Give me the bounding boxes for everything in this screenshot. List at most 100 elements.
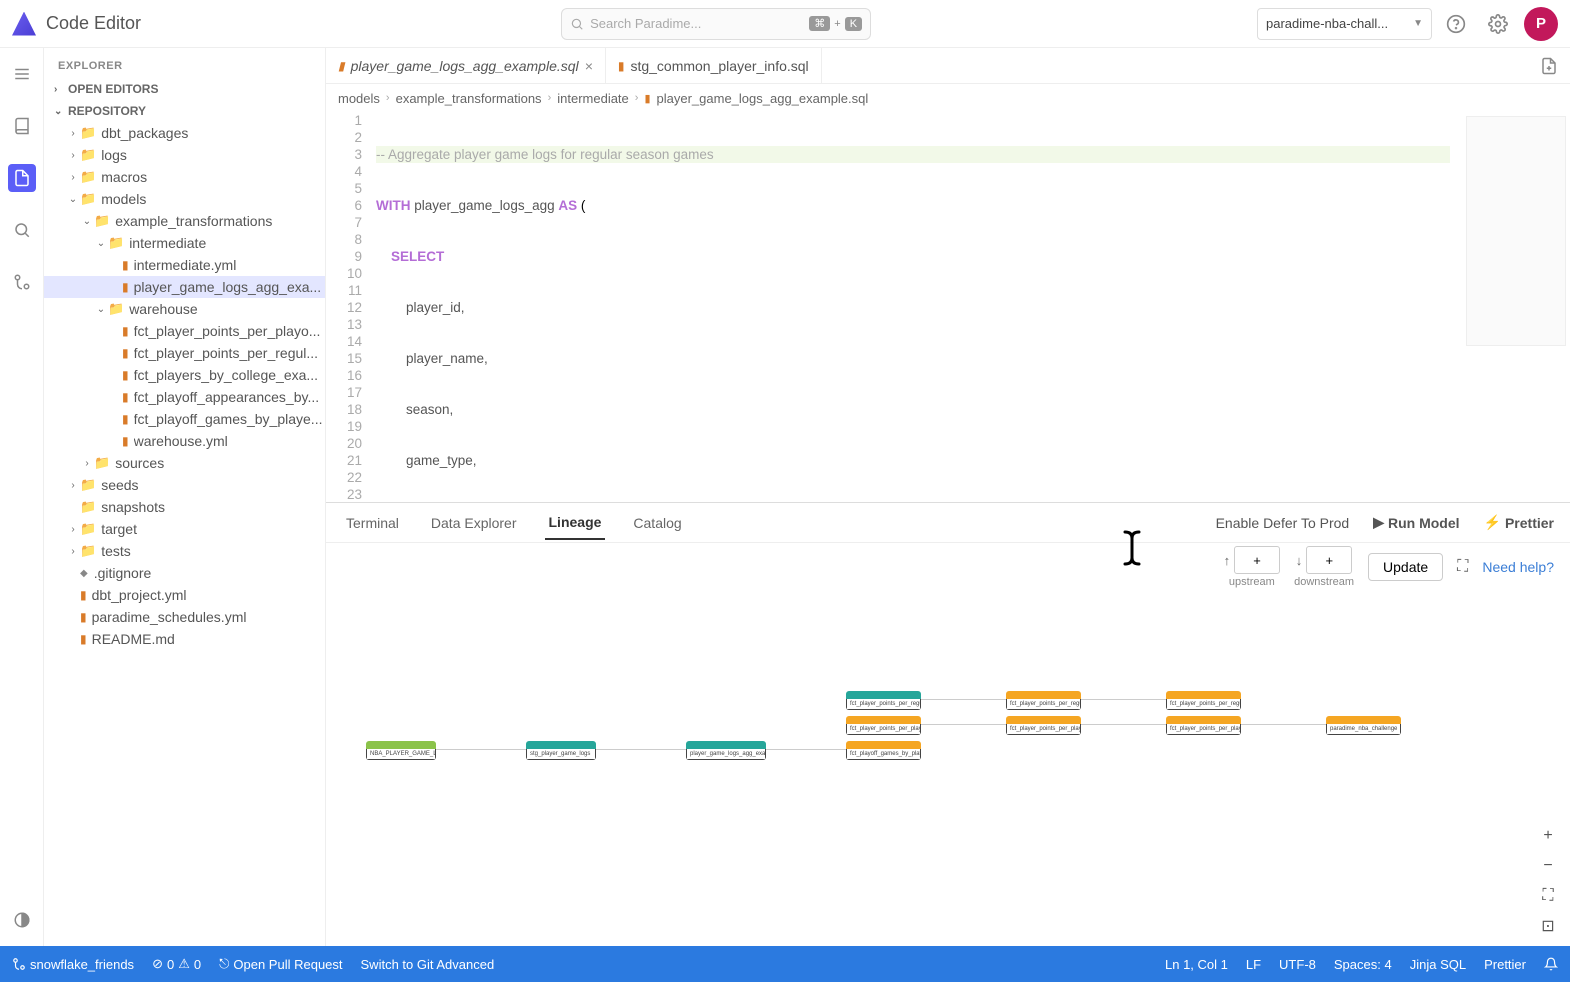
open-pull-request-button[interactable]: ⎋ Open Pull Request [219, 956, 342, 972]
tree-folder-sources[interactable]: ›📁sources [44, 452, 325, 474]
lineage-node-agg[interactable]: player_game_logs_agg_example [686, 741, 766, 760]
tree-folder-models[interactable]: ⌄📁models [44, 188, 325, 210]
lineage-node-fct-6[interactable]: fct_player_points_per_regular [1166, 691, 1241, 710]
indentation-status[interactable]: Spaces: 4 [1334, 957, 1392, 972]
git-icon[interactable] [8, 268, 36, 296]
zoom-in-button[interactable]: + [1536, 824, 1560, 848]
book-icon[interactable] [8, 112, 36, 140]
close-icon[interactable]: × [585, 58, 593, 74]
theme-toggle-icon[interactable] [8, 906, 36, 934]
minimap[interactable] [1466, 116, 1566, 346]
tab-stg-common-player[interactable]: ▮ stg_common_player_info.sql [606, 48, 822, 83]
tree-folder-snapshots[interactable]: 📁snapshots [44, 496, 325, 518]
paradime-logo[interactable] [12, 12, 36, 36]
repository-section[interactable]: ⌄REPOSITORY [44, 100, 325, 122]
lineage-node-fct-4[interactable]: fct_player_points_per_regular [1006, 691, 1081, 710]
new-file-icon[interactable] [1528, 48, 1570, 83]
tree-file-fct-regul-points[interactable]: ▮fct_player_points_per_regul... [44, 342, 325, 364]
breadcrumb-example-transformations[interactable]: example_transformations [396, 91, 542, 106]
tree-folder-tests[interactable]: ›📁tests [44, 540, 325, 562]
global-search[interactable]: Search Paradime... ⌘ + K [561, 8, 871, 40]
arrow-up-icon: ↑ [1224, 553, 1231, 568]
notifications-icon[interactable] [1544, 957, 1558, 971]
need-help-link[interactable]: Need help? [1482, 559, 1554, 575]
tree-folder-dbt-packages[interactable]: ›📁dbt_packages [44, 122, 325, 144]
upstream-label: upstream [1229, 576, 1275, 588]
enable-defer-toggle[interactable]: Enable Defer To Prod [1216, 515, 1350, 531]
tab-data-explorer[interactable]: Data Explorer [427, 507, 521, 539]
lineage-node-fct-1[interactable]: fct_player_points_per_regular [846, 691, 921, 710]
chevron-down-icon: ▼ [1413, 18, 1423, 29]
tree-file-fct-playoff-games[interactable]: ▮fct_playoff_games_by_playe... [44, 408, 325, 430]
explorer-sidebar: EXPLORER ›OPEN EDITORS ⌄REPOSITORY ›📁dbt… [44, 48, 326, 946]
tree-file-dbt-project[interactable]: ▮dbt_project.yml [44, 584, 325, 606]
user-avatar[interactable]: P [1524, 7, 1558, 41]
lineage-toolbar: ↑ upstream ↓ downstream Update ⛶ Need he… [326, 543, 1570, 591]
eol-status[interactable]: LF [1246, 957, 1261, 972]
prettier-button[interactable]: ⚡ Prettier [1484, 514, 1554, 531]
breadcrumb: models › example_transformations › inter… [326, 84, 1570, 112]
breadcrumb-intermediate[interactable]: intermediate [557, 91, 629, 106]
tree-folder-target[interactable]: ›📁target [44, 518, 325, 540]
tree-folder-example-transformations[interactable]: ⌄📁example_transformations [44, 210, 325, 232]
workspace-select[interactable]: paradime-nba-chall... ▼ [1257, 8, 1432, 40]
errors-warnings-status[interactable]: ⊘0 ⚠0 [152, 956, 201, 972]
encoding-status[interactable]: UTF-8 [1279, 957, 1316, 972]
lineage-node-final[interactable]: paradime_nba_challenge [1326, 716, 1401, 735]
zoom-out-button[interactable]: − [1536, 854, 1560, 878]
bottom-tab-bar: Terminal Data Explorer Lineage Catalog E… [326, 503, 1570, 543]
breadcrumb-models[interactable]: models [338, 91, 380, 106]
lineage-node-fct-2[interactable]: fct_player_points_per_playoff [846, 716, 921, 735]
tab-player-game-logs[interactable]: ▮ player_game_logs_agg_example.sql × [326, 48, 606, 83]
lineage-node-stg[interactable]: stg_player_game_logs [526, 741, 596, 760]
tree-file-fct-college[interactable]: ▮fct_players_by_college_exa... [44, 364, 325, 386]
language-status[interactable]: Jinja SQL [1410, 957, 1466, 972]
lineage-node-fct-3[interactable]: fct_playoff_games_by_player [846, 741, 921, 760]
update-button[interactable]: Update [1368, 553, 1443, 581]
lineage-canvas[interactable]: NBA_PLAYER_GAME_LOGS stg_player_game_log… [326, 591, 1570, 946]
lineage-node-source[interactable]: NBA_PLAYER_GAME_LOGS [366, 741, 436, 760]
code-lines[interactable]: -- Aggregate player game logs for regula… [376, 112, 1450, 502]
tree-file-readme[interactable]: ▮README.md [44, 628, 325, 650]
switch-git-advanced-button[interactable]: Switch to Git Advanced [361, 957, 495, 972]
git-branch-status[interactable]: snowflake_friends [12, 957, 134, 972]
help-icon[interactable] [1438, 6, 1474, 42]
run-model-button[interactable]: ▶ Run Model [1373, 514, 1459, 531]
code-editor[interactable]: 1234567891011121314151617181920212223 --… [326, 112, 1570, 502]
chevron-right-icon: › [54, 84, 68, 95]
tab-lineage[interactable]: Lineage [545, 506, 606, 540]
tree-file-player-game-logs[interactable]: ▮player_game_logs_agg_exa... [44, 276, 325, 298]
files-icon[interactable] [8, 164, 36, 192]
tree-file-fct-playoff-appear[interactable]: ▮fct_playoff_appearances_by... [44, 386, 325, 408]
tree-folder-intermediate[interactable]: ⌄📁intermediate [44, 232, 325, 254]
upstream-input[interactable] [1234, 546, 1280, 574]
menu-icon[interactable] [8, 60, 36, 88]
search-activity-icon[interactable] [8, 216, 36, 244]
lineage-edge [766, 749, 846, 750]
lock-view-button[interactable]: ⊡ [1536, 914, 1560, 938]
lineage-edge [1081, 699, 1166, 700]
tree-folder-warehouse[interactable]: ⌄📁warehouse [44, 298, 325, 320]
prettier-status[interactable]: Prettier [1484, 957, 1526, 972]
tree-folder-logs[interactable]: ›📁logs [44, 144, 325, 166]
tree-file-paradime-schedules[interactable]: ▮paradime_schedules.yml [44, 606, 325, 628]
tree-folder-seeds[interactable]: ›📁seeds [44, 474, 325, 496]
settings-icon[interactable] [1480, 6, 1516, 42]
breadcrumb-file[interactable]: player_game_logs_agg_example.sql [657, 91, 869, 106]
status-bar: snowflake_friends ⊘0 ⚠0 ⎋ Open Pull Requ… [0, 946, 1570, 982]
tree-file-intermediate-yml[interactable]: ▮intermediate.yml [44, 254, 325, 276]
cursor-position-status[interactable]: Ln 1, Col 1 [1165, 957, 1228, 972]
lineage-node-fct-5[interactable]: fct_player_points_per_playoff [1006, 716, 1081, 735]
downstream-input[interactable] [1306, 546, 1352, 574]
tree-file-fct-playoff-points[interactable]: ▮fct_player_points_per_playo... [44, 320, 325, 342]
open-editors-section[interactable]: ›OPEN EDITORS [44, 78, 325, 100]
tree-file-warehouse-yml[interactable]: ▮warehouse.yml [44, 430, 325, 452]
tab-terminal[interactable]: Terminal [342, 507, 403, 539]
warning-icon: ⚠ [178, 956, 190, 972]
tree-folder-macros[interactable]: ›📁macros [44, 166, 325, 188]
fit-view-button[interactable]: ⛶ [1536, 884, 1560, 908]
lineage-node-fct-7[interactable]: fct_player_points_per_playoff [1166, 716, 1241, 735]
expand-icon[interactable]: ⛶ [1457, 558, 1468, 576]
tab-catalog[interactable]: Catalog [629, 507, 685, 539]
tree-file-gitignore[interactable]: ◆.gitignore [44, 562, 325, 584]
